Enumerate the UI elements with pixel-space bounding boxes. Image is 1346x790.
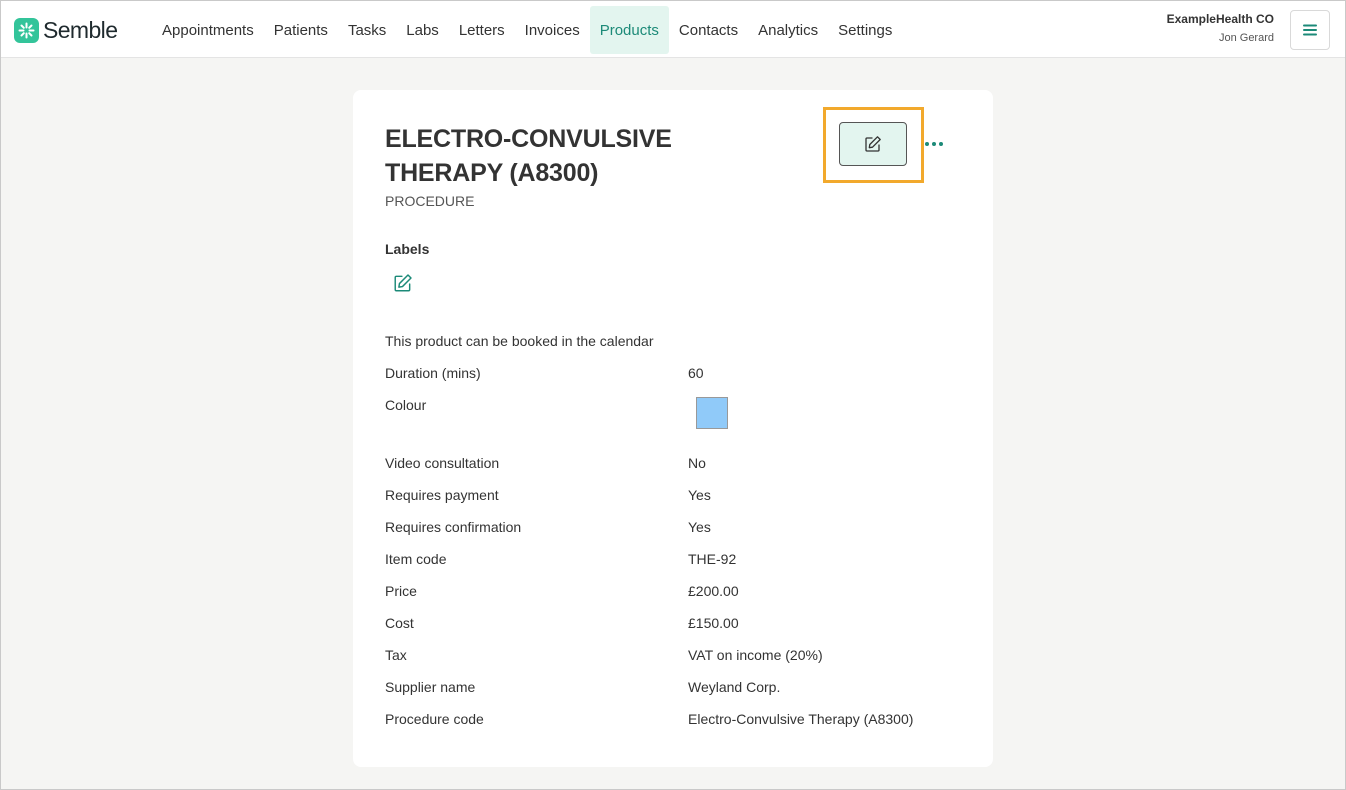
field-label: Tax xyxy=(385,647,407,663)
field-value: £150.00 xyxy=(688,615,739,631)
field-row-item-code: Item code THE-92 xyxy=(385,551,965,571)
user-name: Jon Gerard xyxy=(1218,32,1274,44)
hamburger-menu-icon xyxy=(1303,24,1317,36)
field-label: Cost xyxy=(385,615,414,631)
menu-button[interactable] xyxy=(1290,10,1330,50)
more-options-button[interactable] xyxy=(923,134,945,154)
field-label: Requires confirmation xyxy=(385,519,522,535)
account-info[interactable]: ExampleHealth CO Jon Gerard xyxy=(1167,12,1274,44)
pencil-edit-icon xyxy=(865,136,881,152)
nav-item-analytics[interactable]: Analytics xyxy=(748,6,828,54)
field-value: Yes xyxy=(688,487,711,503)
bookable-note: This product can be booked in the calend… xyxy=(385,333,654,349)
top-navigation-bar: Semble Appointments Patients Tasks Labs … xyxy=(1,1,1345,58)
field-value: £200.00 xyxy=(688,583,739,599)
nav-item-appointments[interactable]: Appointments xyxy=(152,6,264,54)
nav-item-tasks[interactable]: Tasks xyxy=(338,6,396,54)
edit-labels-button[interactable] xyxy=(393,273,415,295)
field-label: Procedure code xyxy=(385,711,484,727)
field-row-video-consultation: Video consultation No xyxy=(385,455,965,475)
field-label: Price xyxy=(385,583,417,599)
nav-item-invoices[interactable]: Invoices xyxy=(515,6,590,54)
field-row-requires-payment: Requires payment Yes xyxy=(385,487,965,507)
field-row-procedure-code: Procedure code Electro-Convulsive Therap… xyxy=(385,711,965,731)
field-value: THE-92 xyxy=(688,551,737,567)
edit-product-button[interactable] xyxy=(839,122,907,166)
field-label: Requires payment xyxy=(385,487,499,503)
nav-item-products[interactable]: Products xyxy=(589,6,669,54)
field-label: Video consultation xyxy=(385,455,500,471)
field-value: 60 xyxy=(688,365,704,381)
labels-heading: Labels xyxy=(385,241,430,257)
colour-swatch xyxy=(696,397,728,429)
nav-item-settings[interactable]: Settings xyxy=(828,6,902,54)
product-detail-card: ELECTRO-CONVULSIVE THERAPY (A8300) PROCE… xyxy=(353,90,993,767)
field-label: Supplier name xyxy=(385,679,476,695)
more-horizontal-icon xyxy=(925,142,929,146)
field-row-duration: Duration (mins) 60 xyxy=(385,365,965,385)
main-nav: Appointments Patients Tasks Labs Letters… xyxy=(152,6,902,54)
field-row-supplier-name: Supplier name Weyland Corp. xyxy=(385,679,965,699)
semble-logo-icon xyxy=(14,17,39,43)
field-value: No xyxy=(688,455,706,471)
field-label: Duration (mins) xyxy=(385,365,481,381)
field-value: VAT on income (20%) xyxy=(688,647,823,663)
field-value: Weyland Corp. xyxy=(688,679,781,695)
product-title: ELECTRO-CONVULSIVE THERAPY (A8300) xyxy=(385,125,672,187)
field-value: Yes xyxy=(688,519,711,535)
field-label: Item code xyxy=(385,551,447,567)
field-row-colour: Colour xyxy=(385,397,965,417)
nav-item-patients[interactable]: Patients xyxy=(264,6,338,54)
field-label: Colour xyxy=(385,397,427,413)
nav-item-letters[interactable]: Letters xyxy=(449,6,515,54)
nav-item-contacts[interactable]: Contacts xyxy=(669,6,748,54)
field-row-price: Price £200.00 xyxy=(385,583,965,603)
product-type: PROCEDURE xyxy=(385,193,475,209)
semble-logo[interactable]: Semble xyxy=(14,15,118,45)
field-row-tax: Tax VAT on income (20%) xyxy=(385,647,965,667)
field-row-requires-confirmation: Requires confirmation Yes xyxy=(385,519,965,539)
brand-name: Semble xyxy=(43,16,118,43)
pencil-edit-icon xyxy=(394,274,412,292)
organisation-name: ExampleHealth CO xyxy=(1166,12,1274,26)
field-value: Electro-Convulsive Therapy (A8300) xyxy=(688,711,914,727)
nav-item-labs[interactable]: Labs xyxy=(396,6,449,54)
field-row-cost: Cost £150.00 xyxy=(385,615,965,635)
